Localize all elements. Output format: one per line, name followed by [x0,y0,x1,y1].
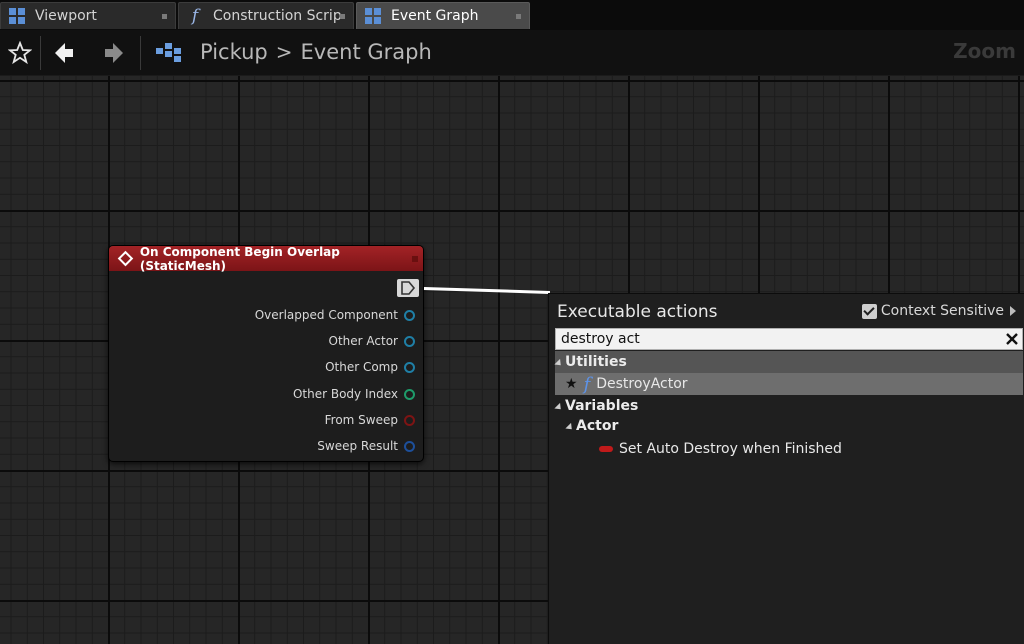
viewport-grid-icon [9,8,25,24]
tab-construction-script[interactable]: f Construction Scrip [178,2,354,29]
back-button[interactable] [50,38,78,68]
favorite-button[interactable] [5,38,35,68]
function-icon: f [583,373,591,395]
context-sensitive-toggle[interactable]: Context Sensitive [861,303,1016,319]
action-label: Set Auto Destroy when Finished [619,441,842,457]
arrow-right-icon [105,43,123,63]
pin-other-comp[interactable]: Other Comp [325,358,415,376]
expanded-arrow-icon [554,358,564,368]
object-pin-icon [404,335,415,347]
tab-label: Viewport [35,8,97,24]
category-utilities[interactable]: Utilities [554,352,627,372]
graph-header: Pickup > Event Graph Zoom [0,30,1024,76]
pin-label: Overlapped Component [254,308,398,322]
event-diamond-icon [117,250,134,267]
category-actor[interactable]: Actor [565,416,619,436]
pin-label: Other Body Index [292,387,398,401]
event-graph-grid-icon [365,8,381,24]
integer-pin-icon [404,388,415,400]
tab-close-icon[interactable] [162,14,167,19]
event-node-begin-overlap[interactable]: On Component Begin Overlap (StaticMesh) … [108,245,424,462]
pin-label: Other Actor [328,334,398,348]
action-item-set-auto-destroy[interactable]: Set Auto Destroy when Finished [555,438,1023,460]
arrow-left-icon [55,43,73,63]
favorite-star-icon[interactable]: ★ [565,376,578,392]
struct-pin-icon [404,440,415,452]
action-menu: Executable actions Context Sensitive Uti… [548,293,1024,644]
forward-button[interactable] [100,38,128,68]
pin-label: Other Comp [325,360,398,374]
expanded-arrow-icon [554,402,564,412]
breadcrumb-root[interactable]: Pickup [200,40,268,64]
node-title: On Component Begin Overlap (StaticMesh) [139,244,340,273]
tab-label: Event Graph [391,8,479,24]
context-sensitive-label: Context Sensitive [880,303,1004,319]
tab-viewport[interactable]: Viewport [0,2,176,29]
boolean-variable-icon [599,446,613,452]
toolbar-divider [40,36,41,70]
pin-label: Sweep Result [317,439,398,453]
expanded-arrow-icon [565,422,575,432]
action-item-destroy-actor[interactable]: ★ f DestroyActor [555,373,1023,395]
toolbar-divider [140,36,141,70]
pin-label: From Sweep [324,413,398,427]
category-label: Actor [576,418,619,434]
category-variables[interactable]: Variables [554,396,639,416]
object-pin-icon [404,309,415,321]
breadcrumb: Pickup > Event Graph [200,40,432,64]
action-search-input[interactable] [555,328,1023,350]
exec-pin-icon [401,281,416,295]
category-label: Utilities [565,354,627,370]
boolean-pin-icon [404,414,415,426]
expand-arrow-icon[interactable] [1010,306,1016,316]
star-icon [8,41,32,65]
breadcrumb-current: Event Graph [300,40,432,64]
node-marker [412,256,418,262]
clear-search-button[interactable] [1003,330,1020,348]
close-icon [1005,333,1018,345]
pin-from-sweep[interactable]: From Sweep [325,411,415,429]
breadcrumb-separator: > [275,40,293,64]
object-pin-icon [404,361,415,373]
pin-sweep-result[interactable]: Sweep Result [317,437,415,455]
tab-close-icon[interactable] [340,14,345,19]
tab-label: Construction Scrip [213,8,342,24]
tab-event-graph[interactable]: Event Graph [356,2,530,29]
blueprint-editor: { "tabs": [ {"label": "Viewport", "icon"… [0,0,1024,644]
menu-title: Executable actions [557,302,718,322]
action-label: DestroyActor [596,376,688,392]
tab-bar: Viewport f Construction Scrip Event Grap… [0,0,1024,30]
event-graph-icon [156,43,181,62]
zoom-label: Zoom [953,39,1016,63]
tab-close-icon[interactable] [516,14,521,19]
exec-output-pin[interactable] [397,279,419,297]
function-icon: f [191,6,199,26]
category-label: Variables [565,398,639,414]
pin-overlapped-component[interactable]: Overlapped Component [255,306,415,324]
graph-type-icon-button [152,38,186,68]
pin-other-actor[interactable]: Other Actor [329,332,415,350]
pin-other-body-index[interactable]: Other Body Index [293,385,415,403]
checkbox-checked-icon[interactable] [861,303,877,319]
node-header[interactable]: On Component Begin Overlap (StaticMesh) [109,244,423,273]
